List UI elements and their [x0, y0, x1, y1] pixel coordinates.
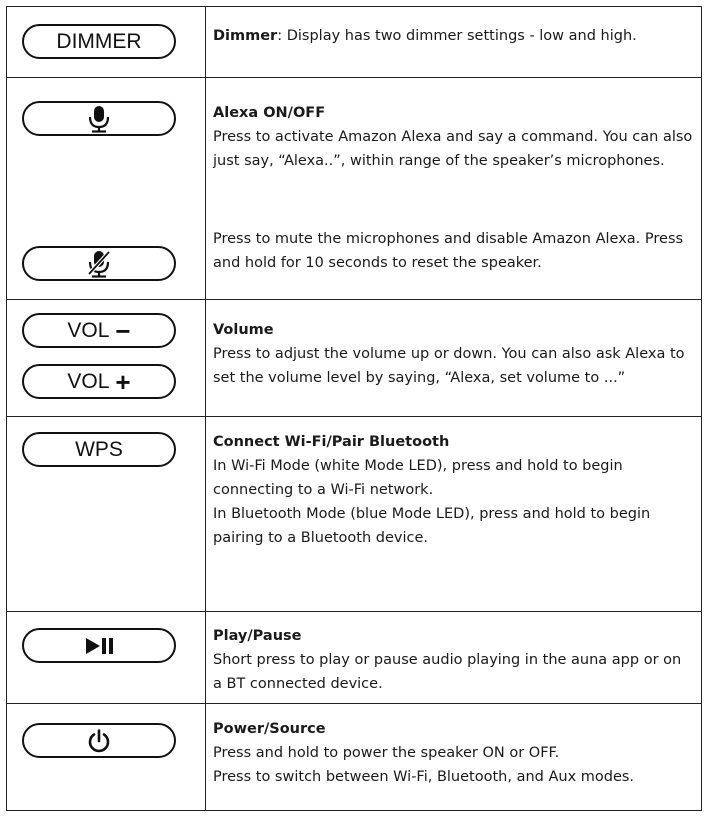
alexa-description: Alexa ON/OFF Press to activate Amazon Al… [213, 101, 693, 173]
dimmer-term: Dimmer [213, 28, 278, 44]
volume-down-button[interactable]: VOL − [22, 313, 176, 348]
row-divider [7, 77, 701, 78]
wps-button-label: WPS [75, 437, 123, 461]
wps-line-1: In Wi-Fi Mode (white Mode LED), press an… [213, 458, 623, 498]
play-pause-title: Play/Pause [213, 628, 302, 644]
power-title: Power/Source [213, 721, 326, 737]
dimmer-button[interactable]: DIMMER [22, 24, 176, 59]
play-pause-text: Short press to play or pause audio playi… [213, 652, 682, 692]
wps-line-3: pairing to a Bluetooth device. [213, 530, 429, 546]
play-pause-description: Play/Pause Short press to play or pause … [213, 624, 693, 696]
row-divider [7, 299, 701, 300]
power-description: Power/Source Press and hold to power the… [213, 717, 693, 789]
power-line-2: Press to switch between Wi-Fi, Bluetooth… [213, 769, 635, 785]
plus-icon: + [115, 366, 131, 397]
wps-button[interactable]: WPS [22, 432, 176, 467]
row-divider [7, 703, 701, 704]
volume-title: Volume [213, 322, 274, 338]
alexa-mute-text: Press to mute the microphones and disabl… [213, 231, 684, 271]
dimmer-text: : Display has two dimmer settings - low … [277, 28, 637, 44]
volume-description: Volume Press to adjust the volume up or … [213, 318, 693, 390]
alexa-button[interactable] [22, 101, 176, 136]
dimmer-button-label: DIMMER [56, 29, 142, 53]
minus-icon: − [115, 315, 131, 346]
alexa-mute-button[interactable] [22, 246, 176, 281]
microphone-icon [88, 105, 110, 133]
volume-up-button[interactable]: VOL + [22, 364, 176, 399]
wps-line-2: In Bluetooth Mode (blue Mode LED), press… [213, 506, 651, 522]
alexa-text: Press to activate Amazon Alexa and say a… [213, 129, 693, 169]
volume-down-label: VOL [67, 318, 110, 342]
alexa-mute-description: Press to mute the microphones and disabl… [213, 227, 693, 275]
microphone-muted-icon [87, 250, 111, 278]
power-icon [87, 728, 111, 753]
wps-title: Connect Wi-Fi/Pair Bluetooth [213, 434, 450, 450]
volume-text: Press to adjust the volume up or down. Y… [213, 346, 685, 386]
dimmer-description: Dimmer: Display has two dimmer settings … [213, 24, 693, 48]
power-button[interactable] [22, 723, 176, 758]
alexa-title: Alexa ON/OFF [213, 105, 326, 121]
play-pause-icon [84, 637, 114, 655]
volume-up-label: VOL [67, 369, 110, 393]
column-divider [205, 7, 206, 810]
power-line-1: Press and hold to power the speaker ON o… [213, 745, 560, 761]
wps-description: Connect Wi-Fi/Pair Bluetooth In Wi-Fi Mo… [213, 430, 693, 550]
play-pause-button[interactable] [22, 628, 176, 663]
row-divider [7, 416, 701, 417]
row-divider [7, 611, 701, 612]
